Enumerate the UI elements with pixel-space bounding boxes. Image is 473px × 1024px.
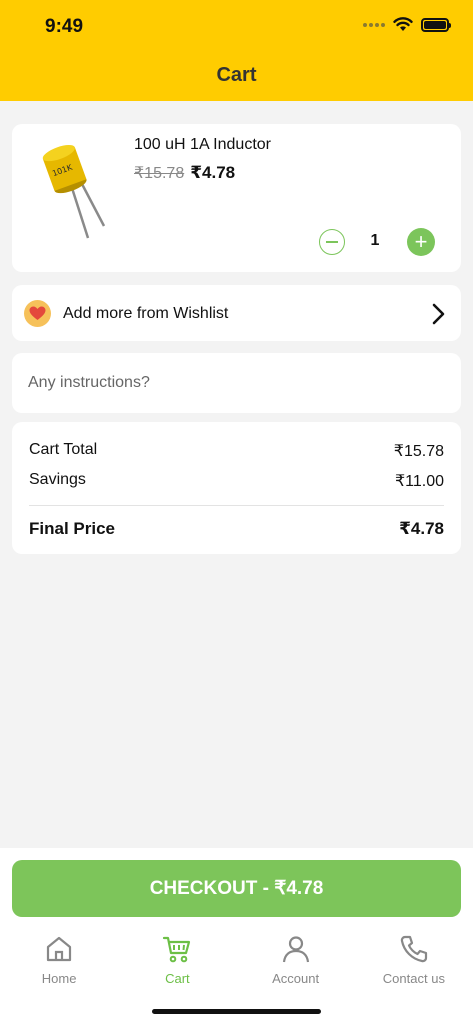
signal-icon (363, 22, 385, 27)
wishlist-label: Add more from Wishlist (63, 305, 229, 322)
tab-account-label: Account (272, 971, 320, 986)
cart-icon (163, 936, 191, 963)
price-row: ₹15.78 ₹4.78 (134, 163, 235, 183)
status-time: 9:49 (45, 16, 84, 37)
chevron-right-icon (432, 303, 445, 325)
status-icons (363, 17, 451, 32)
cart-total-value: ₹15.78 (393, 443, 444, 460)
summary-divider (29, 505, 444, 506)
product-name[interactable]: 100 uH 1A Inductor (134, 136, 271, 154)
tab-contact[interactable]: Contact us (355, 930, 473, 990)
home-icon (47, 936, 72, 962)
wishlist-row[interactable]: Add more from Wishlist (12, 285, 461, 341)
savings-value: ₹11.00 (394, 473, 444, 490)
current-price: ₹4.78 (190, 163, 236, 182)
tab-cart-label: Cart (165, 971, 190, 986)
tab-contact-label: Contact us (382, 971, 445, 986)
cart-total-row: Cart Total ₹15.78 (29, 441, 444, 461)
instructions-input[interactable] (28, 353, 445, 413)
decrease-quantity-button[interactable] (319, 229, 345, 255)
inductor-product-image: 101K (42, 144, 106, 239)
battery-icon (421, 17, 451, 32)
app-header: 9:49 Cart (0, 0, 473, 101)
increase-quantity-button[interactable]: + (407, 228, 435, 256)
savings-row: Savings ₹11.00 (29, 471, 444, 491)
instructions-card (12, 353, 461, 413)
tab-home-label: Home (41, 971, 77, 986)
account-icon (282, 936, 309, 963)
savings-label: Savings (29, 471, 86, 488)
checkout-button[interactable]: CHECKOUT - ₹4.78 (12, 860, 461, 917)
final-price-value: ₹4.78 (399, 519, 444, 538)
heart-icon (24, 300, 51, 327)
tab-cart[interactable]: Cart (118, 930, 236, 990)
bottom-tab-bar: Home Cart Account Contact us (0, 930, 473, 990)
tab-account[interactable]: Account (237, 930, 355, 990)
cart-total-label: Cart Total (29, 441, 98, 458)
final-price-row: Final Price ₹4.78 (29, 519, 444, 539)
home-indicator (152, 1009, 321, 1014)
tab-home[interactable]: Home (0, 930, 118, 990)
original-price: ₹15.78 (134, 165, 185, 182)
wifi-icon (393, 17, 413, 31)
phone-icon (400, 935, 427, 963)
page-title: Cart (216, 64, 257, 86)
quantity-value: 1 (370, 232, 380, 249)
cart-item-card: 101K 100 uH 1A Inductor ₹15.78 ₹4.78 1 + (12, 124, 461, 272)
final-price-label: Final Price (29, 519, 115, 538)
price-summary-card: Cart Total ₹15.78 Savings ₹11.00 Final P… (12, 422, 461, 554)
